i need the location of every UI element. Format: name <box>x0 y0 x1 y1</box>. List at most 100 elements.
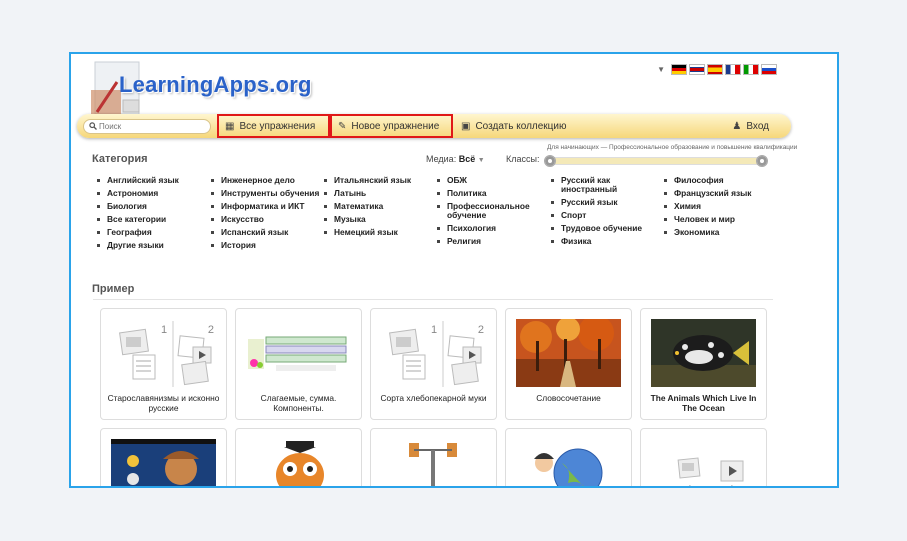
search-box[interactable] <box>83 118 211 134</box>
svg-text:+: + <box>729 483 735 488</box>
svg-text:1: 1 <box>161 324 167 336</box>
example-card-caption: Сорта хлебопекарной муки <box>380 393 487 403</box>
grid-icon: ▦ <box>225 120 235 132</box>
pencil-icon: ✎ <box>338 120 347 132</box>
category-link[interactable]: Спорт <box>551 211 661 220</box>
svg-text:+: + <box>687 483 693 488</box>
svg-text:2: 2 <box>208 324 214 336</box>
slider-max-handle[interactable] <box>756 155 768 167</box>
example-card[interactable] <box>100 428 227 486</box>
media-value: Всё <box>458 154 476 164</box>
anemometer-image <box>381 439 486 486</box>
classes-label: Классы: <box>506 154 540 164</box>
category-link[interactable]: Астрономия <box>97 189 207 198</box>
category-link[interactable]: Человек и мир <box>664 215 774 224</box>
login-button[interactable]: ♟ Вход <box>726 114 775 138</box>
media-filter[interactable]: Медиа: Всё ▼ <box>426 154 485 164</box>
all-exercises-label: Все упражнения <box>239 120 316 132</box>
example-card[interactable]: Слагаемые, сумма. Компоненты. <box>235 308 362 420</box>
flag-it-icon[interactable] <box>743 64 759 75</box>
category-link[interactable]: География <box>97 228 207 237</box>
create-collection-button[interactable]: ▣ Создать коллекцию <box>455 114 572 138</box>
category-column: ОБЖ Политика Профессиональное обучение Псих… <box>437 176 547 250</box>
flag-en-icon[interactable] <box>689 64 705 75</box>
autumn-forest-image <box>516 319 621 387</box>
example-card[interactable]: Словосочетание <box>505 308 632 420</box>
category-link[interactable]: Итальянский язык <box>324 176 434 185</box>
category-link[interactable]: Французский язык <box>664 189 774 198</box>
category-link[interactable]: Математика <box>324 202 434 211</box>
category-link[interactable]: Биология <box>97 202 207 211</box>
flag-es-icon[interactable] <box>707 64 723 75</box>
create-collection-label: Создать коллекцию <box>475 120 567 132</box>
example-card[interactable] <box>235 428 362 486</box>
divider <box>93 299 773 300</box>
category-link[interactable]: Экономика <box>664 228 774 237</box>
example-card[interactable]: 1 2 Старославянизмы и исконно русские <box>100 308 227 420</box>
collection-icon: ▣ <box>461 120 471 132</box>
search-input[interactable] <box>99 121 199 131</box>
flag-ru-icon[interactable] <box>761 64 777 75</box>
category-link[interactable]: Все категории <box>97 215 207 224</box>
flag-de-icon[interactable] <box>671 64 687 75</box>
category-link[interactable]: Немецкий язык <box>324 228 434 237</box>
category-link[interactable]: Русский как иностранный <box>551 176 661 194</box>
new-exercise-label: Новое упражнение <box>351 120 440 132</box>
category-link[interactable]: Другие языки <box>97 241 207 250</box>
new-exercise-button[interactable]: ✎ Новое упражнение <box>330 114 453 138</box>
category-link[interactable]: Испанский язык <box>211 228 321 237</box>
example-card[interactable]: 1 2 Сорта хлебопекарной муки <box>370 308 497 420</box>
category-link[interactable]: Политика <box>437 189 547 198</box>
example-card[interactable]: The Animals Which Live In The Ocean <box>640 308 767 420</box>
example-card[interactable] <box>505 428 632 486</box>
category-link[interactable]: Инструменты обучения <box>211 189 321 198</box>
category-link[interactable]: Искусство <box>211 215 321 224</box>
exercise-thumbnail <box>248 333 349 371</box>
category-link[interactable]: Психология <box>437 224 547 233</box>
category-link[interactable]: Религия <box>437 237 547 246</box>
example-card-caption: Словосочетание <box>536 393 601 403</box>
category-link[interactable]: Музыка <box>324 215 434 224</box>
exercise-placeholder-icon: 1 2 <box>389 321 484 387</box>
category-link[interactable]: Латынь <box>324 189 434 198</box>
category-link[interactable]: Профессиональное обучение <box>437 202 547 220</box>
cartoon-teacher-image <box>111 439 216 486</box>
category-link[interactable]: ОБЖ <box>437 176 547 185</box>
category-link[interactable]: Трудовое обучение <box>551 224 661 233</box>
category-link[interactable]: Философия <box>664 176 774 185</box>
logo-text[interactable]: LearningApps.org <box>119 72 312 98</box>
login-label: Вход <box>746 120 769 132</box>
language-selector[interactable]: ▼ <box>657 64 777 75</box>
user-icon: ♟ <box>732 120 742 132</box>
example-card[interactable]: + + <box>640 428 767 488</box>
all-exercises-button[interactable]: ▦ Все упражнения <box>217 114 330 138</box>
fish-image <box>651 319 756 387</box>
svg-text:2: 2 <box>478 324 484 336</box>
category-link[interactable]: Русский язык <box>551 198 661 207</box>
globe-cartoon-image <box>516 439 621 486</box>
category-link[interactable]: Информатика и ИКТ <box>211 202 321 211</box>
slider-range-label: Для начинающих — Профессиональное образо… <box>547 144 798 151</box>
example-card-caption: Слагаемые, сумма. Компоненты. <box>260 393 337 413</box>
category-title: Категория <box>92 153 148 165</box>
category-link[interactable]: История <box>211 241 321 250</box>
flag-fr-icon[interactable] <box>725 64 741 75</box>
category-column: Инженерное дело Инструменты обучения Инфор… <box>211 176 321 254</box>
slider-min-handle[interactable] <box>544 155 556 167</box>
examples-title: Пример <box>92 283 135 295</box>
category-link[interactable]: Инженерное дело <box>211 176 321 185</box>
category-column: Философия Французский язык Химия Человек и … <box>664 176 774 241</box>
category-column: Итальянский язык Латынь Математика Музыка Не… <box>324 176 434 241</box>
classes-slider[interactable] <box>544 155 768 167</box>
example-card[interactable] <box>370 428 497 486</box>
svg-text:1: 1 <box>431 324 437 336</box>
example-card-caption: Старославянизмы и исконно русские <box>107 393 220 413</box>
category-link[interactable]: Химия <box>664 202 774 211</box>
category-link[interactable]: Физика <box>551 237 661 246</box>
exercise-placeholder-icon: + + <box>651 439 756 488</box>
chevron-down-icon[interactable]: ▼ <box>657 65 665 74</box>
media-label: Медиа: <box>426 154 457 164</box>
search-icon <box>89 122 97 130</box>
main-nav: ▦ Все упражнения ✎ Новое упражнение ▣ Со… <box>77 114 791 138</box>
category-link[interactable]: Английский язык <box>97 176 207 185</box>
